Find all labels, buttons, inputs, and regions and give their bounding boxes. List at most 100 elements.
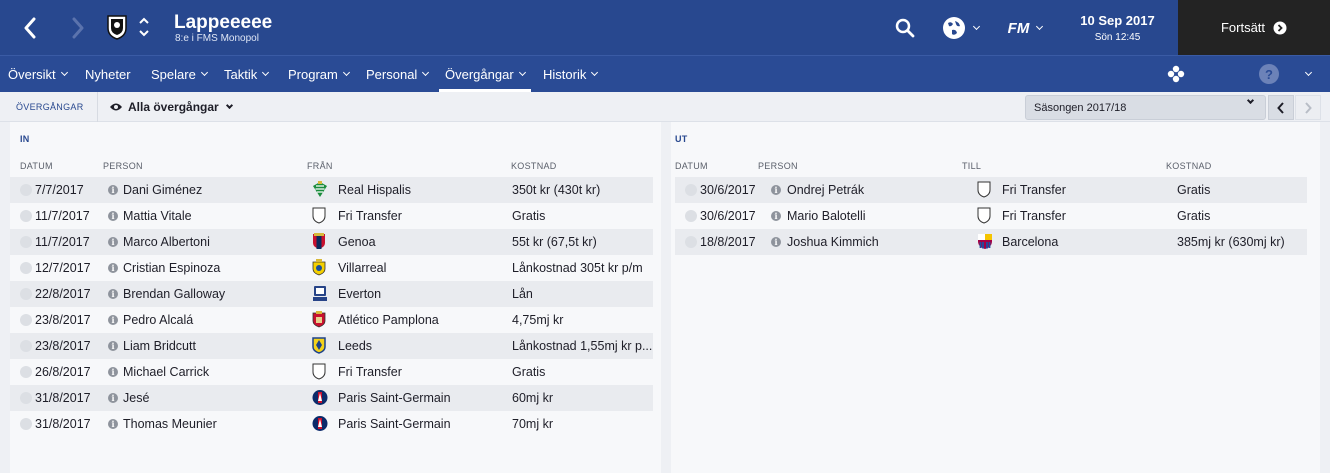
player-name[interactable]: Marco Albertoni [123,229,210,255]
club-name[interactable]: Fri Transfer [1002,203,1066,229]
table-row[interactable]: 22/8/2017 i Brendan Galloway Everton Lån [10,281,653,307]
player-name[interactable]: Mattia Vitale [123,203,192,229]
fm-menu-button[interactable]: FM [1002,15,1048,41]
transfers-in-title: IN [20,134,30,144]
club-crest-icon[interactable] [105,13,129,41]
info-icon[interactable]: i [108,289,118,299]
help-icon[interactable]: ? [1259,64,1279,84]
transfer-cost: 70mj kr [512,417,553,431]
transfer-cost: Gratis [512,209,546,223]
player-name[interactable]: Liam Bridcutt [123,333,196,359]
transfers-in-panel: IN DATUM PERSON FRÅN KOSTNAD 7/7/2017 i Da… [10,122,661,473]
leeds-crest-icon [312,337,328,354]
season-next-button[interactable] [1295,95,1321,120]
back-arrow-icon[interactable] [18,15,42,41]
info-icon[interactable]: i [108,237,118,247]
table-row[interactable]: 23/8/2017 i Liam Bridcutt Leeds Lånkostnad 1… [10,333,653,359]
villarreal-crest-icon [312,259,328,276]
chevron-down-icon [200,68,208,76]
info-icon[interactable]: i [108,341,118,351]
info-icon[interactable]: i [108,367,118,377]
info-icon[interactable]: i [108,315,118,325]
info-icon[interactable]: i [771,211,781,221]
club-name[interactable]: Fri Transfer [338,359,402,385]
club-name[interactable]: Atlético Pamplona [338,307,439,333]
nav-item-personal[interactable]: Personal [366,56,430,92]
transfer-cost: Gratis [1177,209,1211,223]
transfer-cost: 4,75mj kr [512,313,564,327]
transfer-date: 11/7/2017 [35,209,90,223]
nav-item-overgangar[interactable]: Övergångar [439,56,531,92]
club-name[interactable]: Barcelona [1002,229,1058,255]
club-name[interactable]: Paris Saint-Germain [338,385,451,411]
club-name[interactable]: Genoa [338,229,376,255]
nav-item-historik[interactable]: Historik [543,56,599,92]
continue-button[interactable]: Fortsätt [1178,0,1330,55]
chevron-down-icon [342,68,350,76]
column-header-person[interactable]: PERSON [103,161,143,171]
club-name[interactable]: Everton [338,281,381,307]
nav-item-spelare[interactable]: Spelare [151,56,208,92]
column-header-cost[interactable]: KOSTNAD [1166,161,1212,171]
info-icon[interactable]: i [771,237,781,247]
column-header-to[interactable]: TILL [962,161,981,171]
info-icon[interactable]: i [108,211,118,221]
table-row[interactable]: 31/8/2017 i Thomas Meunier Paris Saint-Germ… [10,411,653,437]
season-dropdown[interactable]: Säsongen 2017/18 [1025,95,1266,120]
nav-item-oversikt[interactable]: Översikt [8,56,68,92]
table-row[interactable]: 30/6/2017 i Ondrej Petrák Fri Transfer Grati… [675,177,1307,203]
network-icon[interactable] [1165,63,1187,85]
column-header-date[interactable]: DATUM [675,161,708,171]
club-name[interactable]: Real Hispalis [338,177,411,203]
chevron-down-icon [972,22,980,30]
nav-item-taktik[interactable]: Taktik [224,56,270,92]
player-name[interactable]: Jesé [123,385,149,411]
season-prev-button[interactable] [1268,95,1294,120]
table-row[interactable]: 30/6/2017 i Mario Balotelli Fri Transfer Gra… [675,203,1307,229]
transfer-date: 18/8/2017 [700,235,756,249]
more-menu-chevron-icon[interactable] [1298,64,1318,84]
search-icon[interactable] [894,17,916,39]
info-icon[interactable]: i [108,263,118,273]
info-icon[interactable]: i [108,185,118,195]
player-name[interactable]: Dani Giménez [123,177,202,203]
table-row[interactable]: 12/7/2017 i Cristian Espinoza Villarreal Lån… [10,255,653,281]
table-row[interactable]: 31/8/2017 i Jesé Paris Saint-Germain 60mj kr [10,385,653,411]
player-name[interactable]: Thomas Meunier [123,411,217,437]
player-name[interactable]: Michael Carrick [123,359,209,385]
column-header-cost[interactable]: KOSTNAD [511,161,557,171]
club-name[interactable]: Fri Transfer [1002,177,1066,203]
forward-arrow-icon[interactable] [66,15,90,41]
transfer-date: 22/8/2017 [35,287,91,301]
column-header-person[interactable]: PERSON [758,161,798,171]
player-name[interactable]: Joshua Kimmich [787,229,879,255]
column-header-date[interactable]: DATUM [20,161,53,171]
info-icon[interactable]: i [771,185,781,195]
player-name[interactable]: Brendan Galloway [123,281,225,307]
club-switcher-chevrons-icon[interactable] [137,14,151,40]
transfer-cost: 55t kr (67,5t kr) [512,235,597,249]
table-row[interactable]: 18/8/2017 i Joshua Kimmich Barcelona 385mj k… [675,229,1307,255]
player-name[interactable]: Mario Balotelli [787,203,866,229]
club-name[interactable]: Fri Transfer [338,203,402,229]
player-name[interactable]: Pedro Alcalá [123,307,193,333]
table-row[interactable]: 11/7/2017 i Mattia Vitale Fri Transfer Grati… [10,203,653,229]
info-icon[interactable]: i [108,419,118,429]
info-icon[interactable]: i [108,393,118,403]
transfer-filter-dropdown[interactable]: Alla övergångar [109,92,233,122]
club-name[interactable]: Lappeeeee [174,12,272,34]
club-name[interactable]: Paris Saint-Germain [338,411,451,437]
player-name[interactable]: Ondrej Petrák [787,177,864,203]
column-header-from[interactable]: FRÅN [307,161,333,171]
table-row[interactable]: 23/8/2017 i Pedro Alcalá Atlético Pamplona 4… [10,307,653,333]
nav-item-nyheter[interactable]: Nyheter [85,56,131,92]
world-menu-button[interactable] [937,15,983,41]
check-icon [20,418,32,430]
player-name[interactable]: Cristian Espinoza [123,255,220,281]
club-name[interactable]: Villarreal [338,255,386,281]
table-row[interactable]: 26/8/2017 i Michael Carrick Fri Transfer Gra… [10,359,653,385]
nav-item-program[interactable]: Program [288,56,350,92]
table-row[interactable]: 11/7/2017 i Marco Albertoni Genoa 55t kr (67… [10,229,653,255]
club-name[interactable]: Leeds [338,333,372,359]
table-row[interactable]: 7/7/2017 i Dani Giménez Real Hispalis 350t k… [10,177,653,203]
